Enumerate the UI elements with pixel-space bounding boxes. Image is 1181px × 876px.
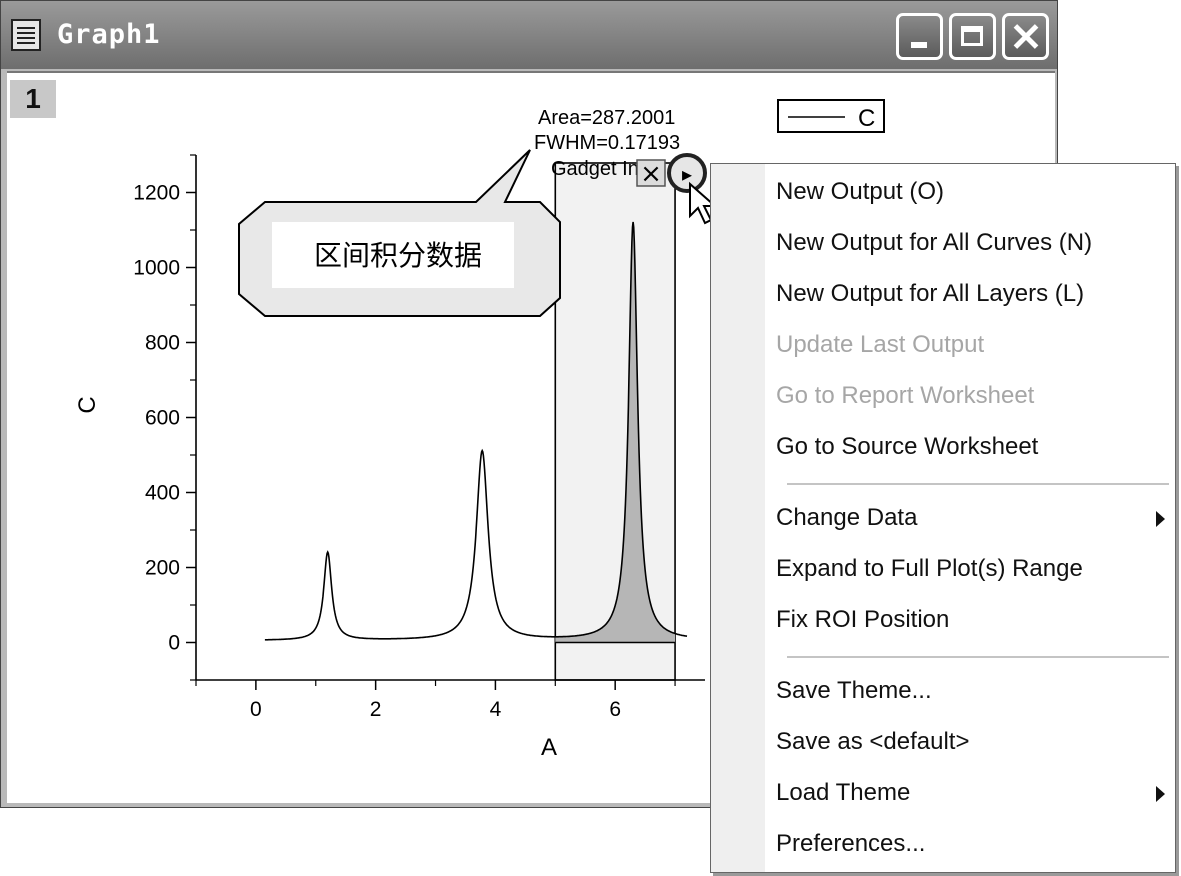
- menu-separator: [787, 483, 1169, 485]
- menu-item-change-data[interactable]: Change Data: [776, 504, 917, 532]
- y-tick-label: 600: [145, 407, 180, 430]
- legend-entry-C: C: [858, 105, 875, 132]
- menu-item-fix-roi-position[interactable]: Fix ROI Position: [776, 606, 949, 634]
- menu-item-preferences[interactable]: Preferences...: [776, 830, 925, 858]
- y-tick-label: 400: [145, 482, 180, 505]
- gadget-fwhm-label: FWHM=0.17193: [534, 132, 680, 154]
- submenu-arrow-icon: [1156, 511, 1165, 527]
- menu-item-new-output-for-all-curves-n[interactable]: New Output for All Curves (N): [776, 229, 1092, 257]
- menu-item-save-theme[interactable]: Save Theme...: [776, 677, 932, 705]
- menu-item-new-output-for-all-layers-l[interactable]: New Output for All Layers (L): [776, 280, 1084, 308]
- gadget-name-label: Gadget In: [551, 158, 639, 180]
- callout-text: 区间积分数据: [314, 239, 482, 272]
- y-axis-label: C: [74, 396, 101, 413]
- menu-item-expand-to-full-plot-s-range[interactable]: Expand to Full Plot(s) Range: [776, 555, 1083, 583]
- menu-item-update-last-output: Update Last Output: [776, 331, 985, 358]
- x-tick-label: 4: [490, 698, 502, 721]
- x-tick-label: 2: [370, 698, 382, 721]
- menu-gutter: [711, 164, 765, 872]
- menu-item-go-to-report-worksheet: Go to Report Worksheet: [776, 382, 1035, 409]
- y-tick-label: 1200: [133, 182, 180, 205]
- gadget-close-icon: ×: [640, 159, 662, 189]
- menu-item-new-output-o[interactable]: New Output (O): [776, 178, 944, 206]
- menu-separator: [787, 656, 1169, 658]
- menu-item-save-as-default[interactable]: Save as <default>: [776, 728, 969, 756]
- x-tick-label: 6: [609, 698, 621, 721]
- y-tick-label: 800: [145, 332, 180, 355]
- submenu-arrow-icon: [1156, 786, 1165, 802]
- x-axis-label: A: [541, 734, 557, 761]
- gadget-menu-arrow-icon: ▸: [682, 162, 692, 186]
- y-tick-label: 1000: [133, 257, 180, 280]
- menu-item-load-theme[interactable]: Load Theme: [776, 779, 910, 807]
- menu-item-go-to-source-worksheet[interactable]: Go to Source Worksheet: [776, 433, 1038, 461]
- y-tick-label: 0: [168, 632, 180, 655]
- context-menu: New Output (O) New Output for All Curves …: [710, 163, 1176, 873]
- x-tick-label: 0: [250, 698, 262, 721]
- roi-region[interactable]: [554, 162, 676, 681]
- y-tick-label: 200: [145, 557, 180, 580]
- gadget-area-label: Area=287.2001: [538, 107, 675, 129]
